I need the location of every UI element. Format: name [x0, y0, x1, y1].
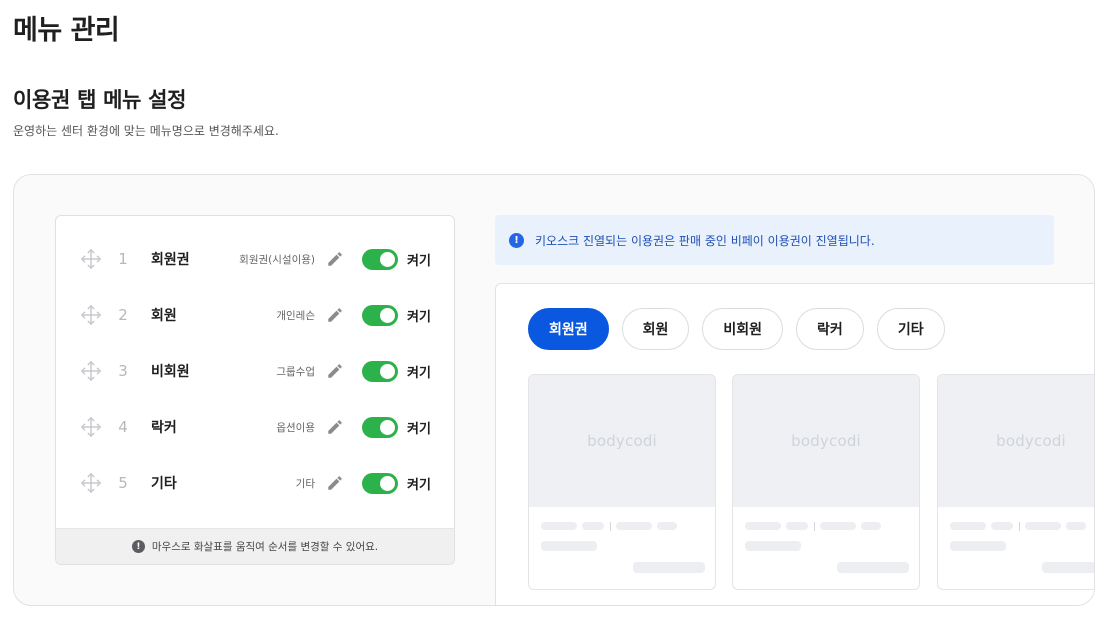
menu-subtitle: 옵션이용 [276, 421, 315, 434]
skeleton-line [950, 541, 1006, 551]
skeleton-divider [1019, 522, 1020, 531]
menu-row: 5 기타 기타 켜기 [56, 455, 454, 511]
section-title: 이용권 탭 메뉴 설정 [13, 88, 187, 112]
move-arrows-icon[interactable] [80, 472, 102, 494]
page-title: 메뉴 관리 [13, 15, 120, 46]
move-arrows-icon[interactable] [80, 304, 102, 326]
info-banner: ! 키오스크 진열되는 이용권은 판매 중인 비페이 이용권이 진열됩니다. [495, 215, 1054, 265]
tab-etc[interactable]: 기타 [876, 308, 945, 350]
kiosk-preview: 회원권 회원 비회원 락커 기타 bodycodi bodycodi bodyc… [495, 283, 1094, 605]
skeleton-line [657, 522, 677, 530]
card-logo: bodycodi [996, 432, 1066, 450]
menu-subtitle: 그룹수업 [276, 365, 315, 378]
menu-name: 락커 [151, 420, 177, 436]
settings-panel: 1 회원권 회원권(시설이용) 켜기 2 회원 개인레슨 켜기 3 비회원 그룹… [13, 174, 1095, 606]
toggle-label: 켜기 [407, 253, 431, 269]
skeleton-line [541, 541, 597, 551]
exclamation-circle-icon: ! [131, 540, 145, 553]
skeleton-line [616, 522, 652, 530]
menu-subtitle: 기타 [295, 477, 315, 490]
menu-name: 회원 [151, 308, 177, 324]
pencil-icon[interactable] [326, 250, 344, 268]
tab-locker[interactable]: 락커 [796, 308, 864, 350]
skeleton-price [1042, 562, 1094, 573]
list-footer: ! 마우스로 화살표를 움직여 순서를 변경할 수 있어요. [56, 528, 454, 564]
card-image-placeholder: bodycodi [529, 375, 715, 507]
preview-tabs: 회원권 회원 비회원 락커 기타 [528, 308, 945, 350]
toggle-label: 켜기 [407, 365, 431, 381]
tab-non-member[interactable]: 비회원 [702, 308, 784, 350]
row-number: 1 [118, 250, 128, 268]
footer-note: 마우스로 화살표를 움직여 순서를 변경할 수 있어요. [151, 541, 379, 553]
skeleton-line [820, 522, 856, 530]
visibility-toggle[interactable] [362, 473, 398, 494]
menu-order-list: 1 회원권 회원권(시설이용) 켜기 2 회원 개인레슨 켜기 3 비회원 그룹… [55, 215, 455, 565]
skeleton-line [541, 522, 577, 530]
skeleton-line [950, 522, 986, 530]
card-image-placeholder: bodycodi [938, 375, 1094, 507]
skeleton-line [1025, 522, 1061, 530]
skeleton-line [582, 522, 604, 530]
toggle-label: 켜기 [407, 309, 431, 325]
skeleton-divider [814, 522, 815, 531]
row-number: 5 [118, 474, 128, 492]
skeleton-divider [610, 522, 611, 531]
menu-row: 1 회원권 회원권(시설이용) 켜기 [56, 231, 454, 287]
product-card[interactable]: bodycodi [732, 374, 920, 590]
tab-membership[interactable]: 회원권 [528, 308, 609, 350]
menu-name: 기타 [151, 476, 177, 492]
menu-subtitle: 개인레슨 [276, 309, 315, 322]
toggle-label: 켜기 [407, 421, 431, 437]
visibility-toggle[interactable] [362, 361, 398, 382]
visibility-toggle[interactable] [362, 417, 398, 438]
toggle-knob [380, 364, 395, 379]
menu-row: 2 회원 개인레슨 켜기 [56, 287, 454, 343]
move-arrows-icon[interactable] [80, 416, 102, 438]
tab-member[interactable]: 회원 [621, 308, 690, 350]
product-card[interactable]: bodycodi [937, 374, 1094, 590]
toggle-knob [380, 476, 395, 491]
skeleton-line [786, 522, 808, 530]
toggle-knob [380, 252, 395, 267]
card-logo: bodycodi [587, 432, 657, 450]
move-arrows-icon[interactable] [80, 248, 102, 270]
pencil-icon[interactable] [326, 474, 344, 492]
pencil-icon[interactable] [326, 418, 344, 436]
menu-subtitle: 회원권(시설이용) [239, 253, 315, 266]
info-banner-text: 키오스크 진열되는 이용권은 판매 중인 비페이 이용권이 진열됩니다. [535, 233, 875, 248]
row-number: 3 [118, 362, 128, 380]
info-circle-icon: ! [509, 232, 524, 248]
product-card[interactable]: bodycodi [528, 374, 716, 590]
row-number: 4 [118, 418, 128, 436]
skeleton-line [745, 522, 781, 530]
skeleton-line [1066, 522, 1086, 530]
card-image-placeholder: bodycodi [733, 375, 919, 507]
toggle-knob [380, 420, 395, 435]
menu-row: 3 비회원 그룹수업 켜기 [56, 343, 454, 399]
skeleton-line [861, 522, 881, 530]
skeleton-line [745, 541, 801, 551]
visibility-toggle[interactable] [362, 249, 398, 270]
pencil-icon[interactable] [326, 306, 344, 324]
menu-row: 4 락커 옵션이용 켜기 [56, 399, 454, 455]
visibility-toggle[interactable] [362, 305, 398, 326]
section-description: 운영하는 센터 환경에 맞는 메뉴명으로 변경해주세요. [13, 124, 279, 138]
skeleton-price [837, 562, 909, 573]
pencil-icon[interactable] [326, 362, 344, 380]
card-logo: bodycodi [791, 432, 861, 450]
toggle-knob [380, 308, 395, 323]
toggle-label: 켜기 [407, 477, 431, 493]
skeleton-line [991, 522, 1013, 530]
menu-name: 회원권 [151, 252, 190, 268]
skeleton-price [633, 562, 705, 573]
move-arrows-icon[interactable] [80, 360, 102, 382]
row-number: 2 [118, 306, 128, 324]
menu-name: 비회원 [151, 364, 190, 380]
